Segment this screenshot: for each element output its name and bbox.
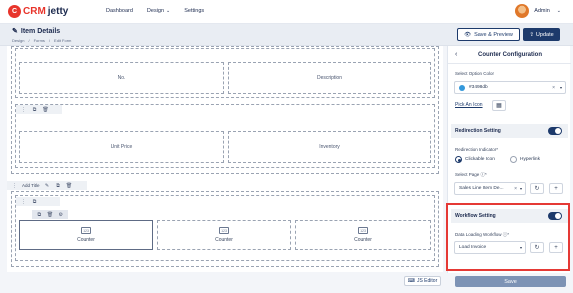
gear-icon[interactable]: ⚙ xyxy=(57,211,64,218)
field-unit-price[interactable]: Unit Price xyxy=(19,131,224,163)
app-logo[interactable]: C CRM jetty xyxy=(8,5,68,18)
drag-handle-icon[interactable]: ⋮ xyxy=(20,198,27,205)
trash-icon[interactable]: 🗑 xyxy=(42,106,49,113)
drag-handle-icon[interactable]: ⋮ xyxy=(20,106,27,113)
pencil-icon: ✎ xyxy=(12,28,18,35)
trash-icon[interactable]: 🗑 xyxy=(47,211,54,218)
radio-clickable-icon[interactable]: Clickable Icon xyxy=(455,156,495,163)
chevron-down-icon: ▾ xyxy=(559,85,562,90)
counter-label: Counter xyxy=(354,237,372,243)
nav-settings[interactable]: Settings xyxy=(184,8,204,14)
main-nav: Dashboard Design ⌄ Settings xyxy=(106,8,204,14)
counter-icon: 123 xyxy=(358,227,368,234)
panel-header: ‹ Counter Configuration xyxy=(448,46,571,64)
refresh-icon: ↻ xyxy=(534,186,540,192)
form-canvas: No. Description ⋮ ⧉ 🗑 Unit Price Invento… xyxy=(7,46,443,272)
field-no[interactable]: No. xyxy=(19,62,224,94)
field-description[interactable]: Description xyxy=(228,62,431,94)
logo-mark-icon: C xyxy=(8,5,21,18)
option-color-value: #3498db xyxy=(469,85,488,90)
update-label: Update xyxy=(535,31,554,38)
page-title: ✎ Item Details xyxy=(12,27,61,36)
counter-field[interactable]: 123 Counter xyxy=(295,220,431,250)
breadcrumb-separator: / xyxy=(48,38,51,43)
radio-button[interactable] xyxy=(510,156,517,163)
field-toolbar: ⧉ 🗑 ⚙ xyxy=(32,210,68,219)
radio-clickable-label: Clickable Icon xyxy=(465,157,495,162)
counter-icon: 123 xyxy=(219,227,229,234)
add-button[interactable]: + xyxy=(549,183,563,194)
section-toolbar: ⋮ Add Title ✎ ⧉ 🗑 xyxy=(7,181,87,190)
breadcrumb-edit-form: Edit Form xyxy=(54,38,72,43)
select-option-color-label: Select Option Color xyxy=(455,71,495,76)
copy-icon[interactable]: ⧉ xyxy=(31,198,38,205)
redirection-indicator-label: Redirection Indicator* xyxy=(455,147,499,152)
chevron-down-icon: ⌄ xyxy=(166,8,171,14)
redirection-toggle[interactable] xyxy=(548,127,562,135)
row-toolbar: ⋮ ⧉ xyxy=(16,197,60,206)
icon-picker-button[interactable]: ▦ xyxy=(492,100,506,111)
redirection-setting-title: Redirection Setting xyxy=(455,128,501,134)
select-page-label: Select Page ⓘ* xyxy=(455,172,487,177)
counter-label: Counter xyxy=(77,237,95,243)
trash-icon[interactable]: 🗑 xyxy=(66,182,73,189)
nav-design-label: Design xyxy=(146,8,165,14)
copy-icon[interactable]: ⧉ xyxy=(55,182,62,189)
save-button[interactable]: Save xyxy=(455,276,566,287)
page-title-text: Item Details xyxy=(20,27,61,35)
grid-icon: ▦ xyxy=(496,103,502,109)
section-title-label[interactable]: Add Title xyxy=(22,183,40,188)
radio-hyperlink-label: Hyperlink xyxy=(520,157,540,162)
select-page-value: Sales Line Item De... xyxy=(459,186,504,191)
select-page-dropdown[interactable]: Sales Line Item De... × ▾ xyxy=(454,182,526,195)
user-menu[interactable]: Admin ⌄ xyxy=(515,4,561,18)
js-editor-button[interactable]: ⌨ JS Editor xyxy=(404,276,441,286)
update-icon: ⇪ xyxy=(529,31,534,38)
copy-icon[interactable]: ⧉ xyxy=(31,106,38,113)
copy-icon[interactable]: ⧉ xyxy=(36,211,43,218)
edit-icon[interactable]: ✎ xyxy=(44,182,51,189)
nav-design[interactable]: Design ⌄ xyxy=(147,8,170,14)
radio-button-checked[interactable] xyxy=(455,156,462,163)
logo-text-jetty: jetty xyxy=(47,6,69,17)
breadcrumb-separator: / xyxy=(28,38,30,43)
panel-title: Counter Configuration xyxy=(478,52,542,58)
update-button[interactable]: ⇪ Update xyxy=(523,28,560,41)
refresh-button[interactable]: ↻ xyxy=(530,183,544,194)
radio-hyperlink[interactable]: Hyperlink xyxy=(510,156,540,163)
plus-icon: + xyxy=(554,185,558,192)
clear-icon[interactable]: × xyxy=(514,186,517,192)
back-arrow-icon[interactable]: ‹ xyxy=(455,51,457,58)
row-toolbar: ⋮ ⧉ 🗑 xyxy=(16,105,62,114)
page-header: ✎ Item Details Design / Forms / Edit For… xyxy=(0,24,573,46)
color-swatch xyxy=(459,84,465,91)
save-preview-label: Save & Preview xyxy=(474,31,513,38)
top-navbar: C CRM jetty Dashboard Design ⌄ Settings A… xyxy=(0,0,573,24)
breadcrumb: Design / Forms / Edit Form xyxy=(12,38,71,43)
avatar xyxy=(515,4,530,18)
option-color-select[interactable]: #3498db × ▾ xyxy=(454,81,566,94)
code-icon: ⌨ xyxy=(407,278,415,284)
redirection-setting-bar: Redirection Setting xyxy=(451,124,568,138)
user-name: Admin xyxy=(534,8,550,14)
nav-dashboard[interactable]: Dashboard xyxy=(106,8,133,14)
field-inventory[interactable]: Inventory xyxy=(228,131,431,163)
counter-field-selected[interactable]: 123 Counter xyxy=(19,220,153,250)
js-editor-label: JS Editor xyxy=(416,278,438,284)
counter-icon: 123 xyxy=(81,227,91,234)
eye-icon: 👁 xyxy=(464,31,472,38)
workflow-setting-highlight xyxy=(446,203,570,271)
clear-icon[interactable]: × xyxy=(552,85,555,91)
counter-field[interactable]: 123 Counter xyxy=(157,220,291,250)
pick-icon-link[interactable]: Pick An Icon xyxy=(455,102,483,108)
counter-label: Counter xyxy=(215,237,233,243)
logo-text-crm: CRM xyxy=(23,6,46,17)
chevron-down-icon: ▾ xyxy=(519,186,522,191)
breadcrumb-design[interactable]: Design xyxy=(12,38,24,43)
drag-handle-icon[interactable]: ⋮ xyxy=(11,182,18,189)
save-preview-button[interactable]: 👁 Save & Preview xyxy=(457,28,520,41)
breadcrumb-forms[interactable]: Forms xyxy=(34,38,45,43)
chevron-down-icon: ⌄ xyxy=(556,8,561,14)
